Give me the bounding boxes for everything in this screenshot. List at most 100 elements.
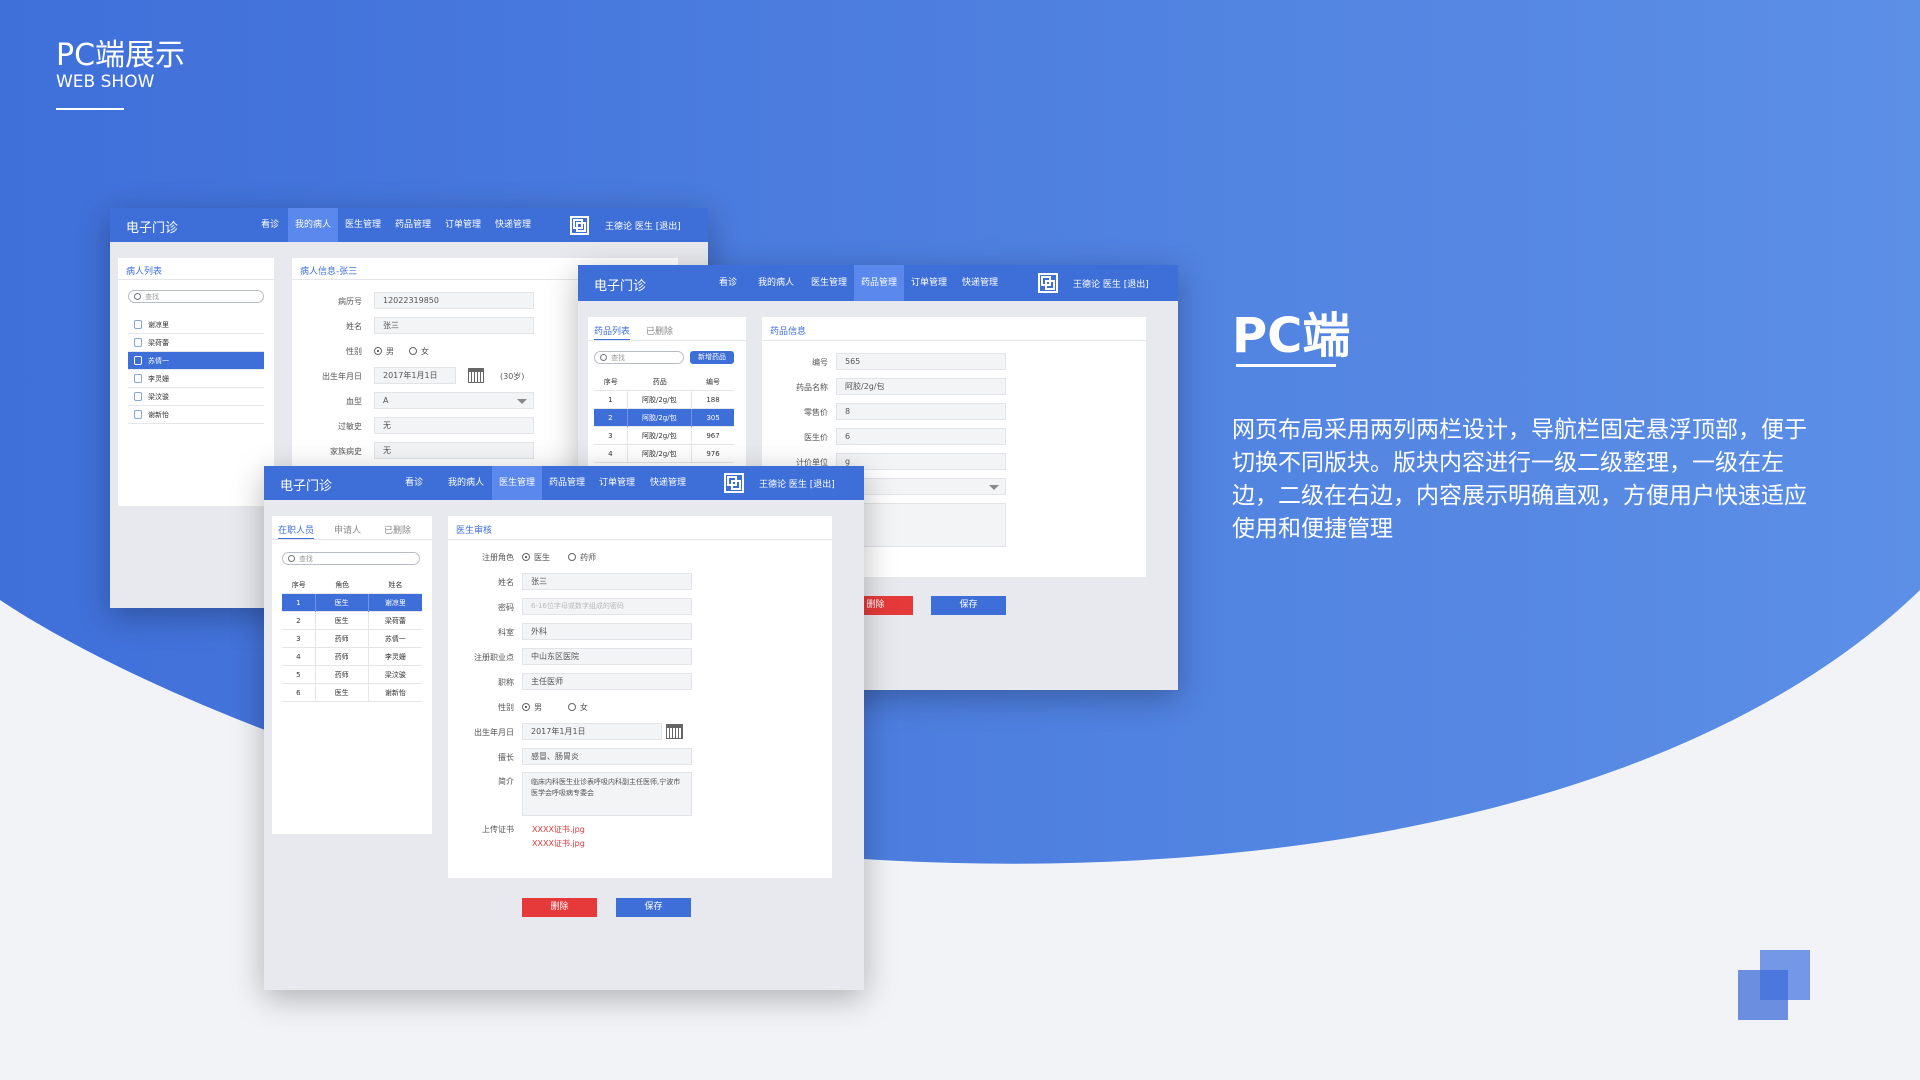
nav-item-consult[interactable]: 看诊	[390, 466, 438, 500]
table-row[interactable]: 2 医生 梁荷蕾	[282, 612, 422, 630]
qr-code-icon[interactable]	[570, 216, 589, 235]
doctor-price-field[interactable]: 6	[836, 428, 1006, 445]
tab-drug-list[interactable]: 药品列表	[594, 324, 631, 340]
tab-staff[interactable]: 在职人员	[278, 523, 315, 539]
tab-deleted[interactable]: 已删除	[384, 523, 411, 536]
calendar-icon[interactable]	[666, 724, 683, 739]
gender-female-radio[interactable]	[568, 703, 576, 711]
doctor-window: 电子门诊 看诊 我的病人 医生管理 药品管理 订单管理 快递管理 王德论 医生 …	[264, 466, 864, 990]
tab-applicants[interactable]: 申请人	[334, 523, 361, 536]
practice-site-field[interactable]: 中山东区医院	[522, 648, 692, 665]
table-row[interactable]: 1 医生 谢凉里	[282, 594, 422, 612]
user-info[interactable]: 王德论 医生 [退出]	[605, 219, 681, 232]
job-title-field[interactable]: 主任医师	[522, 673, 692, 690]
nav-item-drugs[interactable]: 药品管理	[542, 466, 592, 500]
person-icon	[134, 356, 142, 365]
name-field[interactable]: 张三	[374, 317, 534, 334]
search-input[interactable]: 查找	[282, 552, 420, 565]
allergy-field[interactable]: 无	[374, 417, 534, 434]
list-item[interactable]: 谢新怡	[128, 406, 264, 424]
top-nav: 电子门诊 看诊 我的病人 医生管理 药品管理 订单管理 快递管理 王德论 医生 …	[578, 265, 1178, 301]
retail-price-field[interactable]: 8	[836, 403, 1006, 420]
search-input[interactable]: 查找	[128, 290, 264, 303]
patient-name: 梁汶骏	[148, 393, 169, 401]
nav-item-drugs[interactable]: 药品管理	[388, 208, 438, 242]
nav-item-doctors[interactable]: 医生管理	[804, 265, 854, 301]
decor-square	[1738, 970, 1788, 1020]
person-icon	[134, 410, 142, 419]
panel-title: 医生审核	[456, 526, 493, 536]
table-cell: 梁汶骏	[384, 671, 406, 679]
nav-item-orders[interactable]: 订单管理	[592, 466, 642, 500]
nav-item-express[interactable]: 快递管理	[954, 265, 1006, 301]
name-field[interactable]: 张三	[522, 573, 692, 590]
birth-date-field[interactable]: 2017年1月1日	[374, 367, 456, 384]
nav-item-my-patients[interactable]: 我的病人	[748, 265, 804, 301]
drug-name-field[interactable]: 阿胶/2g/包	[836, 378, 1006, 395]
table-cell: 医生	[316, 684, 369, 702]
password-field[interactable]: 6-16位字母或数字组成的密码	[522, 598, 692, 615]
gender-male-radio[interactable]	[522, 703, 530, 711]
role-pharmacist-radio[interactable]	[568, 553, 576, 561]
nav-item-my-patients[interactable]: 我的病人	[288, 208, 338, 242]
record-no-field[interactable]: 12022319850	[374, 292, 534, 309]
table-row[interactable]: 3 药师 苏倩一	[282, 630, 422, 648]
nav-item-my-patients[interactable]: 我的病人	[438, 466, 494, 500]
calendar-icon[interactable]	[468, 368, 484, 383]
table-row[interactable]: 3 阿胶/2g/包 967	[594, 427, 734, 445]
drug-code-field[interactable]: 565	[836, 353, 1006, 370]
birth-date-field[interactable]: 2017年1月1日	[522, 723, 662, 740]
nav-item-orders[interactable]: 订单管理	[904, 265, 954, 301]
list-item[interactable]: 苏倩一	[128, 352, 264, 370]
list-item[interactable]: 李灵姗	[128, 370, 264, 388]
user-info[interactable]: 王德论 医生 [退出]	[1073, 277, 1149, 290]
delete-button[interactable]: 删除	[522, 898, 597, 917]
gender-female-radio[interactable]	[409, 347, 417, 355]
nav-item-consult[interactable]: 看诊	[704, 265, 752, 301]
nav-item-orders[interactable]: 订单管理	[438, 208, 488, 242]
nav-item-express[interactable]: 快递管理	[642, 466, 694, 500]
nav-item-consult[interactable]: 看诊	[246, 208, 294, 242]
nav-item-drugs[interactable]: 药品管理	[854, 265, 904, 301]
search-input[interactable]: 查找	[594, 351, 684, 364]
intro-field[interactable]: 临床内科医生业诊表呼吸内科副主任医师,宁波市医学会呼吸病专委会	[522, 772, 692, 816]
qr-code-icon[interactable]	[1038, 273, 1058, 293]
gender-male-radio[interactable]	[374, 347, 382, 355]
table-row[interactable]: 6 医生 谢新怡	[282, 684, 422, 702]
tab-patient-list[interactable]: 病人列表	[126, 264, 163, 280]
list-item[interactable]: 梁汶骏	[128, 388, 264, 406]
section-description: 网页布局采用两列两栏设计，导航栏固定悬浮顶部，便于切换不同版块。版块内容进行一级…	[1232, 417, 1807, 542]
user-info[interactable]: 王德论 医生 [退出]	[759, 477, 835, 490]
table-row[interactable]: 5 药师 梁汶骏	[282, 666, 422, 684]
list-item[interactable]: 谢凉里	[128, 316, 264, 334]
table-cell: 2	[594, 409, 628, 427]
panel-title: 病人信息-张三	[300, 267, 358, 277]
family-history-field[interactable]: 无	[374, 442, 534, 459]
panel-title: 药品信息	[770, 327, 807, 337]
person-icon	[134, 320, 142, 329]
table-row[interactable]: 2 阿胶/2g/包 305	[594, 409, 734, 427]
qr-code-icon[interactable]	[724, 473, 744, 493]
save-button[interactable]: 保存	[931, 596, 1006, 615]
table-cell: 2	[282, 612, 316, 630]
cert-link[interactable]: XXXX证书.jpg	[532, 824, 585, 835]
table-cell: 医生	[316, 594, 369, 612]
save-button[interactable]: 保存	[616, 898, 691, 917]
add-drug-button[interactable]: 新增药品	[690, 351, 734, 364]
nav-item-doctors[interactable]: 医生管理	[492, 466, 542, 500]
cert-link[interactable]: XXXX证书.jpg	[532, 838, 585, 849]
person-icon	[134, 392, 142, 401]
list-item[interactable]: 梁荷蕾	[128, 334, 264, 352]
table-row[interactable]: 1 阿胶/2g/包 188	[594, 391, 734, 409]
department-field[interactable]: 外科	[522, 623, 692, 640]
blood-type-select[interactable]: A	[374, 392, 534, 409]
role-doctor-radio[interactable]	[522, 553, 530, 561]
nav-item-express[interactable]: 快递管理	[488, 208, 538, 242]
nav-item-doctors[interactable]: 医生管理	[338, 208, 388, 242]
tab-deleted[interactable]: 已删除	[646, 324, 673, 337]
table-cell: 5	[282, 666, 316, 684]
specialty-field[interactable]: 感冒、肠胃炎	[522, 748, 692, 765]
table-row[interactable]: 4 药师 李灵姗	[282, 648, 422, 666]
table-row[interactable]: 4 阿胶/2g/包 976	[594, 445, 734, 463]
section-underline	[1236, 364, 1336, 367]
